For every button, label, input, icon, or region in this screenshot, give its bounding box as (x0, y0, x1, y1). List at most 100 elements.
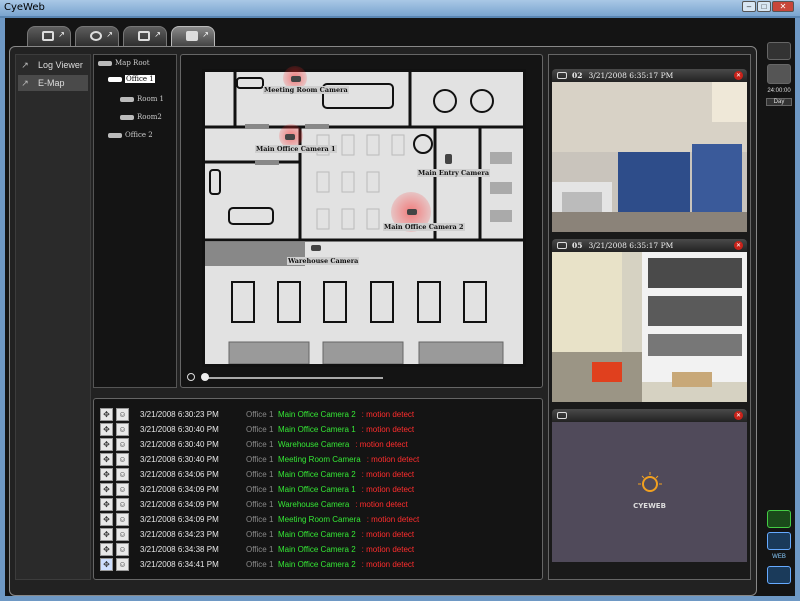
web-label[interactable]: WEB (766, 554, 792, 560)
locate-icon[interactable]: ✥ (100, 407, 113, 421)
log-location: Office 1 (246, 424, 274, 434)
locate-icon[interactable]: ✥ (100, 482, 113, 496)
camera-label-main2[interactable]: Main Office Camera 2 (383, 223, 465, 231)
camera-label-main1[interactable]: Main Office Camera 1 (255, 145, 337, 153)
user-icon[interactable]: ☺ (116, 542, 129, 556)
log-location: Office 1 (246, 559, 274, 569)
log-row[interactable]: ✥ ☺ 3/21/2008 6:34:06 PM Office 1 Main Offic… (100, 467, 536, 481)
tree-node-root[interactable]: Map Root (98, 59, 150, 67)
popout-icon: ↗ (21, 77, 29, 88)
zoom-track[interactable] (203, 377, 383, 379)
camera-icon (557, 412, 567, 419)
nav-emap[interactable]: ↗ E-Map (18, 75, 88, 91)
log-camera: Main Office Camera 2 (278, 544, 356, 554)
log-camera: Meeting Room Camera (278, 514, 361, 524)
log-camera: Main Office Camera 1 (278, 424, 356, 434)
event-log-panel: ✥ ☺ 3/21/2008 6:30:23 PM Office 1 Main Offic… (93, 398, 543, 580)
popout-icon: ↗ (21, 59, 29, 70)
locate-icon[interactable]: ✥ (100, 557, 113, 571)
log-time: 3/21/2008 6:34:09 PM (140, 514, 219, 524)
user-web-icon[interactable] (767, 532, 791, 550)
zoom-icon (187, 373, 195, 381)
user-icon[interactable]: ☺ (116, 437, 129, 451)
log-event: : motion detect (361, 409, 415, 419)
user-icon[interactable]: ☺ (116, 467, 129, 481)
user-icon[interactable]: ☺ (116, 482, 129, 496)
locate-icon[interactable]: ✥ (100, 527, 113, 541)
log-camera: Main Office Camera 1 (278, 484, 356, 494)
user-icon[interactable]: ☺ (116, 527, 129, 541)
log-camera: Main Office Camera 2 (278, 559, 356, 569)
zoom-handle[interactable] (201, 373, 209, 381)
camera-marker[interactable] (407, 209, 417, 215)
close-icon[interactable]: ✕ (734, 71, 743, 80)
tree-label: Office 2 (125, 131, 153, 139)
user-icon[interactable]: ☺ (116, 497, 129, 511)
log-row[interactable]: ✥ ☺ 3/21/2008 6:34:41 PM Office 1 Main Offic… (100, 557, 536, 571)
log-row[interactable]: ✥ ☺ 3/21/2008 6:34:09 PM Office 1 Meeting Ro… (100, 512, 536, 526)
sun-logo-icon (638, 472, 662, 492)
log-row[interactable]: ✥ ☺ 3/21/2008 6:30:40 PM Office 1 Warehouse … (100, 437, 536, 451)
user-icon[interactable]: ☺ (116, 452, 129, 466)
day-mode-label[interactable]: Day (766, 98, 792, 106)
log-row[interactable]: ✥ ☺ 3/21/2008 6:30:23 PM Office 1 Main Offic… (100, 407, 536, 421)
user-icon[interactable]: ☺ (116, 422, 129, 436)
locate-icon[interactable]: ✥ (100, 542, 113, 556)
tab-setup[interactable]: ↗ (123, 26, 167, 46)
nav-label: E-Map (38, 78, 65, 88)
camera-label-entry[interactable]: Main Entry Camera (417, 169, 491, 177)
close-button[interactable]: ✕ (772, 1, 794, 12)
window-title: CyeWeb (4, 2, 45, 13)
tree-node-office2[interactable]: Office 2 (108, 131, 153, 139)
locate-icon[interactable]: ✥ (100, 422, 113, 436)
user-settings-icon[interactable] (767, 566, 791, 584)
clock-label: 24:00:00 (767, 88, 791, 94)
zoom-slider[interactable] (187, 373, 387, 383)
database-icon[interactable] (767, 510, 791, 528)
camera-marker[interactable] (285, 134, 295, 140)
log-row[interactable]: ✥ ☺ 3/21/2008 6:30:40 PM Office 1 Meeting Ro… (100, 452, 536, 466)
nav-log-viewer[interactable]: ↗ Log Viewer (18, 57, 88, 73)
camera-label-warehouse[interactable]: Warehouse Camera (287, 257, 360, 265)
video-panel-1[interactable]: 02 3/21/2008 6:35:17 PM ✕ (552, 69, 747, 237)
tree-node-room1[interactable]: Room 1 (120, 95, 164, 103)
user-icon[interactable]: ☺ (116, 557, 129, 571)
video-panel-2[interactable]: 05 3/21/2008 6:35:17 PM ✕ (552, 239, 747, 407)
camera-label-meeting[interactable]: Meeting Room Camera (263, 86, 349, 94)
close-icon[interactable]: ✕ (734, 411, 743, 420)
log-camera: Meeting Room Camera (278, 454, 361, 464)
log-row[interactable]: ✥ ☺ 3/21/2008 6:30:40 PM Office 1 Main Offic… (100, 422, 536, 436)
log-row[interactable]: ✥ ☺ 3/21/2008 6:34:23 PM Office 1 Main Offic… (100, 527, 536, 541)
log-row[interactable]: ✥ ☺ 3/21/2008 6:34:09 PM Office 1 Main Offic… (100, 482, 536, 496)
tree-node-office1[interactable]: Office 1 (108, 75, 155, 83)
locate-icon[interactable]: ✥ (100, 437, 113, 451)
log-location: Office 1 (246, 469, 274, 479)
user-icon[interactable]: ☺ (116, 407, 129, 421)
locate-icon[interactable]: ✥ (100, 452, 113, 466)
channel-number: 02 (572, 71, 583, 80)
log-event: : motion detect (355, 439, 408, 449)
tab-live[interactable]: ↗ (27, 26, 71, 46)
rail-top-button[interactable] (767, 42, 791, 60)
log-row[interactable]: ✥ ☺ 3/21/2008 6:34:09 PM Office 1 Warehouse … (100, 497, 536, 511)
tab-playback[interactable]: ↗ (75, 26, 119, 46)
video-panel-3[interactable]: ✕ CYEWEB (552, 409, 747, 562)
log-location: Office 1 (246, 544, 274, 554)
camera-marker[interactable] (445, 154, 452, 164)
floor-plan[interactable]: Meeting Room Camera Main Office Camera 1… (202, 66, 526, 367)
camera-icon (557, 72, 567, 79)
maximize-button[interactable]: □ (757, 1, 771, 12)
tab-emap[interactable]: ↗ (171, 26, 215, 46)
locate-icon[interactable]: ✥ (100, 467, 113, 481)
minimize-button[interactable]: – (742, 1, 756, 12)
camera-marker[interactable] (311, 245, 321, 251)
video-timestamp: 3/21/2008 6:35:17 PM (588, 241, 674, 250)
tools-icon[interactable] (767, 64, 791, 84)
user-icon[interactable]: ☺ (116, 512, 129, 526)
locate-icon[interactable]: ✥ (100, 512, 113, 526)
camera-marker[interactable] (291, 76, 301, 82)
close-icon[interactable]: ✕ (734, 241, 743, 250)
tree-node-room2[interactable]: Room2 (120, 113, 162, 121)
log-row[interactable]: ✥ ☺ 3/21/2008 6:34:38 PM Office 1 Main Offic… (100, 542, 536, 556)
locate-icon[interactable]: ✥ (100, 497, 113, 511)
